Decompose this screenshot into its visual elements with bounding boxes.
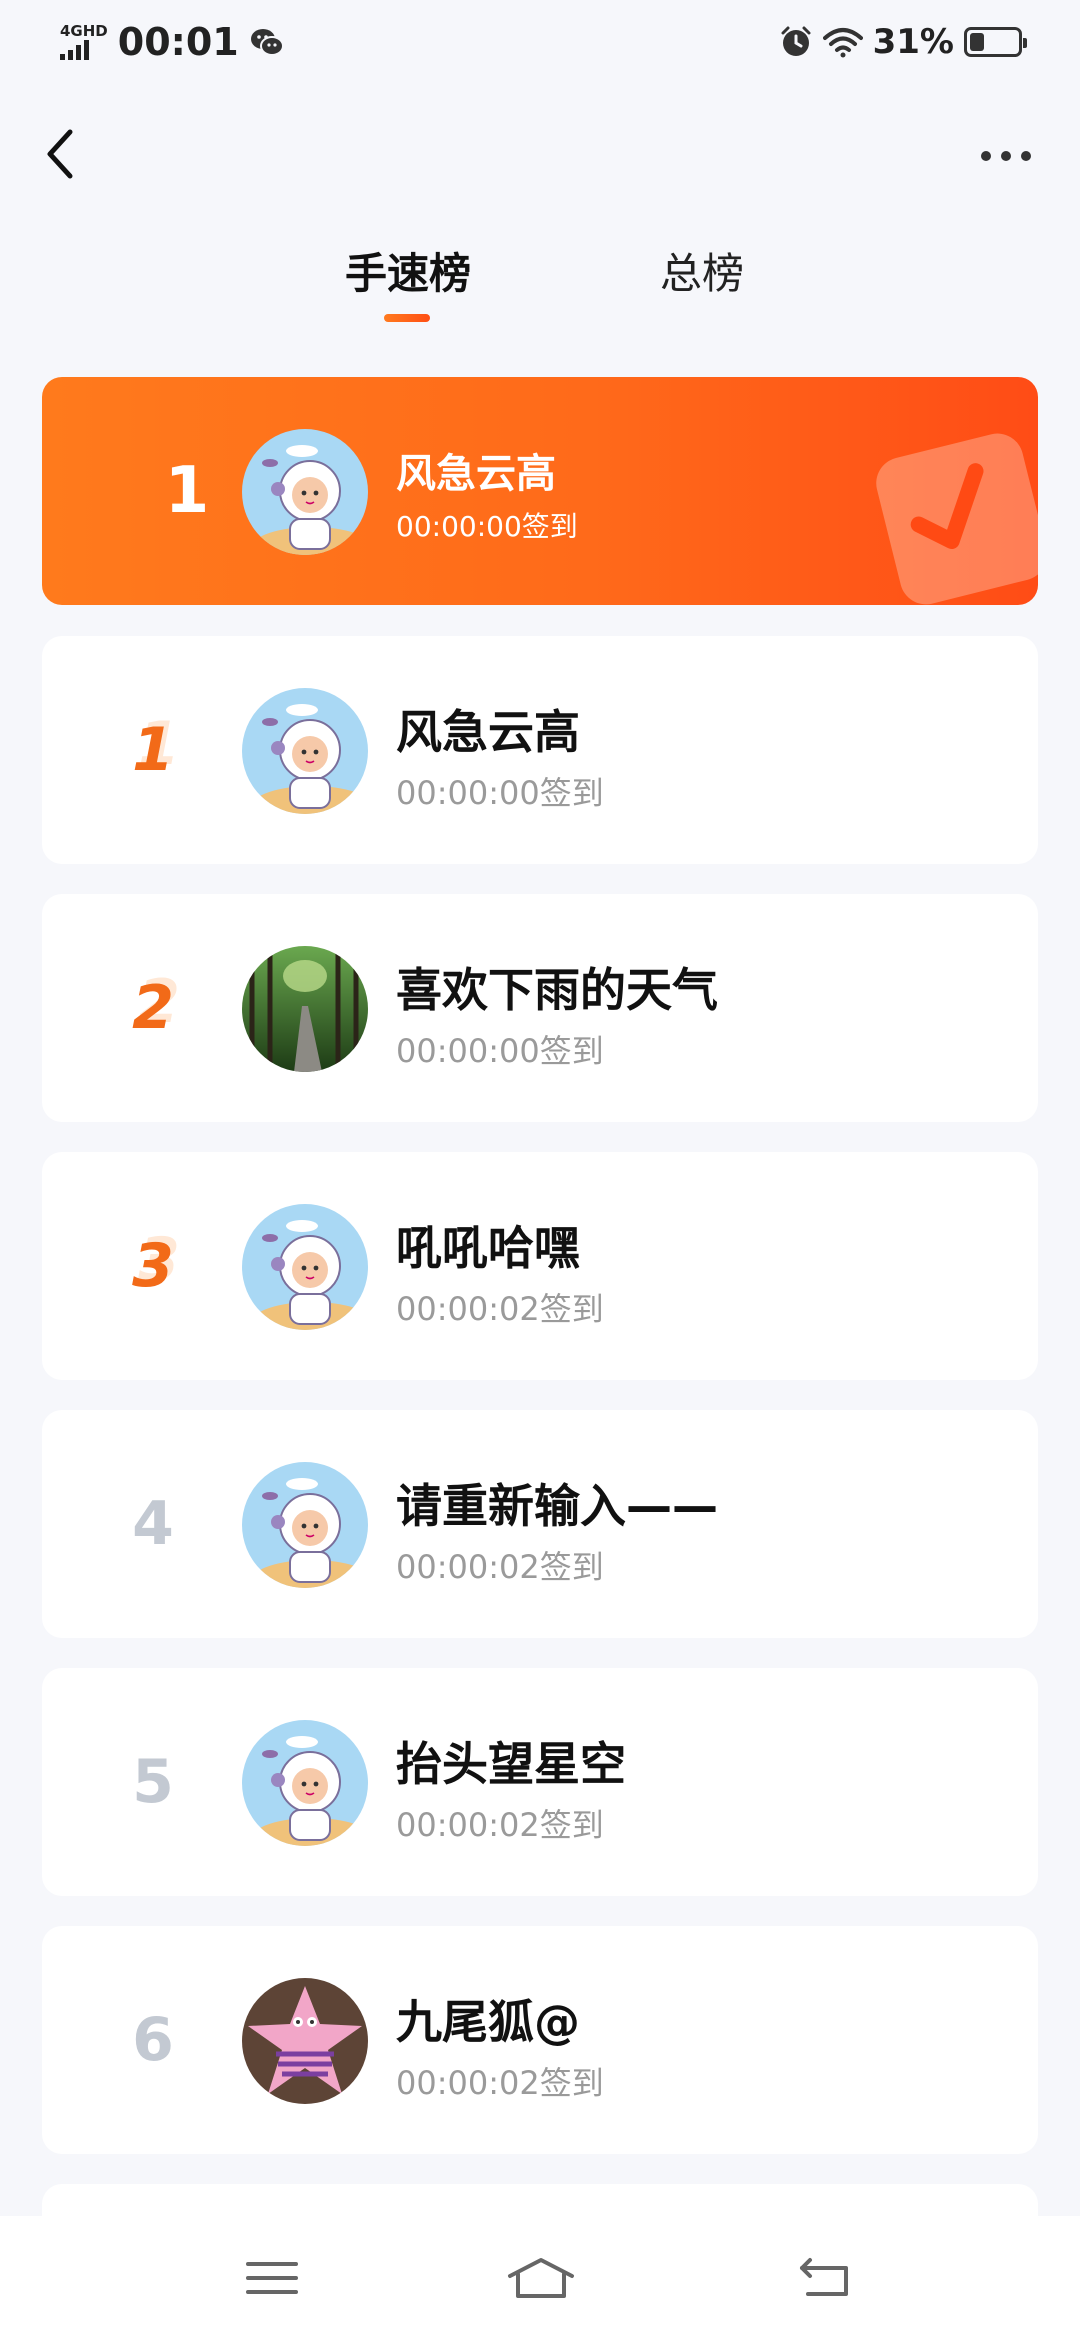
rank-number: 3 [132, 1231, 174, 1301]
battery-icon [964, 27, 1027, 57]
rank-number: 4 [132, 1489, 174, 1559]
my-checkin-time: 00:00:00签到 [396, 510, 578, 543]
user-name: 吼吼哈嘿 [396, 1221, 580, 1275]
alarm-icon [781, 26, 811, 56]
user-name: 请重新输入—— [396, 1479, 718, 1533]
rank-number: 5 [132, 1747, 174, 1817]
checkin-time: 00:00:02签到 [396, 2064, 604, 2102]
menu-icon[interactable] [242, 2252, 302, 2304]
user-name: 喜欢下雨的天气 [396, 963, 718, 1017]
rank-number: 1 [132, 715, 174, 785]
checkin-time: 00:00:00签到 [396, 774, 604, 812]
list-item[interactable]: 5 抬头望星空 00:00:02签到 [42, 1668, 1038, 1896]
my-rank-number: 1 [164, 454, 210, 528]
checkin-time: 00:00:02签到 [396, 1548, 604, 1586]
rank-number: 6 [132, 2005, 174, 2075]
tab-overall-ranking[interactable]: 总榜 [632, 240, 772, 301]
signal-icon: 4GHD [60, 24, 108, 60]
avatar [242, 1978, 368, 2104]
more-dots-icon[interactable] [976, 134, 1036, 174]
user-name: 九尾狐@ [396, 1995, 580, 2049]
back-icon[interactable] [794, 2252, 854, 2304]
battery-percent: 31% [872, 22, 954, 62]
list-item[interactable]: 1 风急云高 00:00:00签到 [42, 636, 1038, 864]
ranking-tabs: 手速榜 总榜 [0, 240, 1080, 330]
status-bar: 4GHD 00:01 31% [0, 0, 1080, 84]
checkin-time: 00:00:02签到 [396, 1806, 604, 1844]
tab-speed-ranking[interactable]: 手速榜 [333, 240, 483, 301]
avatar [242, 688, 368, 814]
my-rank-card[interactable]: 1 风急云高 00:00:00签到 [42, 377, 1038, 605]
list-item[interactable]: 4 请重新输入—— 00:00:02签到 [42, 1410, 1038, 1638]
status-left: 4GHD 00:01 [60, 20, 285, 64]
checkin-check-icon [876, 433, 1038, 605]
user-name: 抬头望星空 [396, 1737, 626, 1791]
home-icon[interactable] [506, 2252, 576, 2304]
checkin-time: 00:00:00签到 [396, 1032, 604, 1070]
user-name: 风急云高 [396, 705, 580, 759]
chevron-left-icon[interactable] [38, 122, 82, 186]
status-right: 31% [779, 22, 1027, 62]
avatar [242, 429, 368, 555]
list-item[interactable]: 3 吼吼哈嘿 00:00:02签到 [42, 1152, 1038, 1380]
system-nav-bar [0, 2216, 1080, 2340]
rank-number: 2 [132, 973, 174, 1043]
list-item[interactable]: 2 喜欢下雨的天气 00:00:00签到 [42, 894, 1038, 1122]
wifi-icon [822, 28, 863, 58]
list-item[interactable]: 6 九尾狐@ 00:00:02签到 [42, 1926, 1038, 2154]
status-time: 00:01 [117, 20, 239, 64]
avatar [242, 1720, 368, 1846]
tab-active-indicator [384, 314, 430, 322]
battery-level [970, 33, 985, 51]
checkin-time: 00:00:02签到 [396, 1290, 604, 1328]
wechat-icon [250, 29, 284, 56]
avatar [242, 1204, 368, 1330]
avatar [242, 1462, 368, 1588]
my-name: 风急云高 [396, 451, 556, 497]
network-type: 4GHD [60, 22, 108, 40]
avatar [242, 946, 368, 1072]
